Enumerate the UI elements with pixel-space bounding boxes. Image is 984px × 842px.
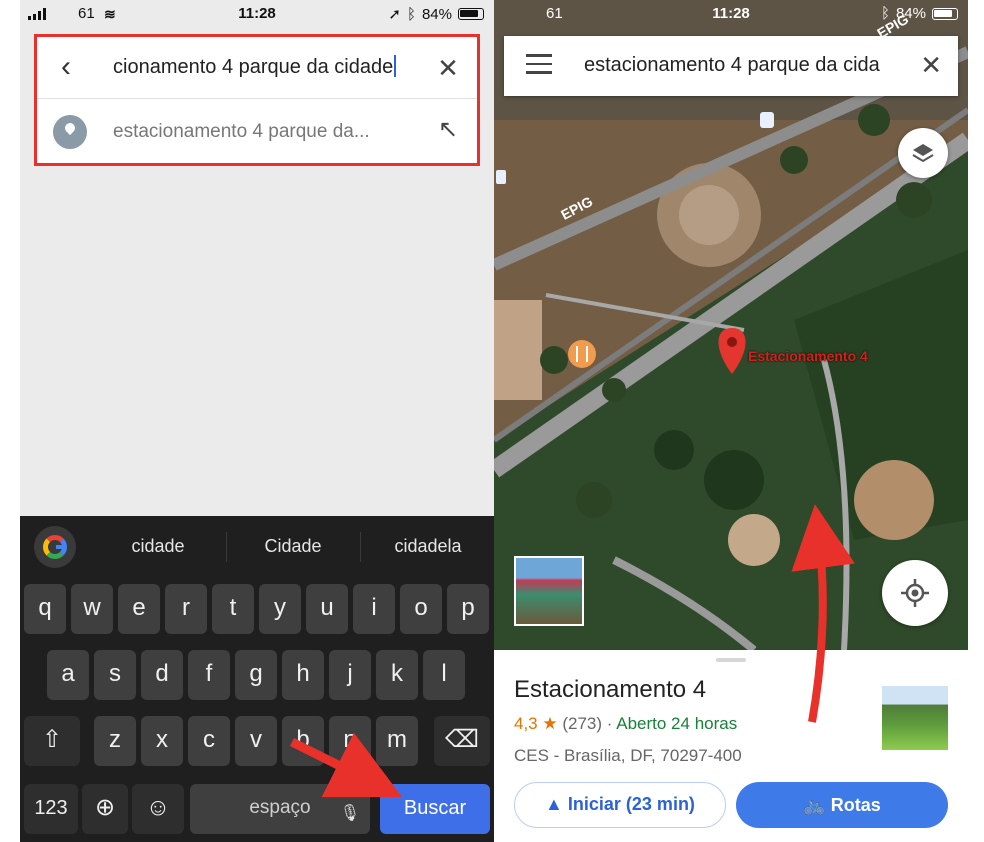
text-cursor — [394, 55, 397, 77]
key-c[interactable]: c — [188, 716, 230, 766]
satellite-map[interactable]: 61 11:28 ᛒ 84% EPIG EPIG Estacionamento … — [494, 0, 968, 650]
key-d[interactable]: d — [141, 650, 183, 700]
search-key[interactable]: Buscar — [380, 784, 490, 834]
key-v[interactable]: v — [235, 716, 277, 766]
microphone-icon[interactable]: 🎙 — [340, 790, 360, 838]
key-r[interactable]: r — [165, 584, 207, 634]
key-n[interactable]: n — [329, 716, 371, 766]
emoji-icon[interactable]: ☺ — [132, 784, 184, 834]
search-row: ‹ cionamento 4 parque da cidade ✕ — [37, 37, 477, 99]
backspace-key[interactable]: ⌫ — [434, 716, 490, 766]
key-u[interactable]: u — [306, 584, 348, 634]
keyboard: cidade Cidade cidadela q w e r t y u i o… — [20, 516, 494, 842]
suggestion-divider — [226, 532, 227, 562]
location-arrow-icon: ➚ — [388, 6, 401, 23]
globe-icon[interactable]: ⊕ — [82, 784, 128, 834]
drag-handle[interactable] — [716, 658, 746, 662]
search-input[interactable]: cionamento 4 parque da cidade — [113, 55, 397, 79]
start-navigation-button[interactable]: ▲ Iniciar (23 min) — [514, 782, 726, 828]
battery-icon — [458, 8, 484, 20]
place-bottom-sheet[interactable]: Estacionamento 4 4,3 ★ (273) · Aberto 24… — [494, 650, 968, 842]
map-screen: 61 11:28 ᛒ 84% EPIG EPIG Estacionamento … — [494, 0, 968, 842]
review-count: (273) — [562, 714, 603, 733]
key-b[interactable]: b — [282, 716, 324, 766]
key-y[interactable]: y — [259, 584, 301, 634]
suggestion-divider — [360, 532, 361, 562]
key-i[interactable]: i — [353, 584, 395, 634]
key-p[interactable]: p — [447, 584, 489, 634]
numbers-key[interactable]: 123 — [24, 784, 78, 834]
rating-value: 4,3 — [514, 714, 538, 733]
search-query-text: cionamento 4 parque da cidade — [113, 56, 394, 78]
map-search-input[interactable]: estacionamento 4 parque da cida — [584, 54, 894, 77]
key-x[interactable]: x — [141, 716, 183, 766]
key-w[interactable]: w — [71, 584, 113, 634]
suggestion-text: estacionamento 4 parque da... — [113, 121, 370, 142]
close-icon[interactable]: ✕ — [431, 51, 465, 85]
search-screen: 61 ≋ 11:28 ➚ ᛒ 84% ‹ cionamento 4 parque… — [20, 0, 494, 842]
navigation-arrow-icon: ▲ — [545, 794, 563, 814]
space-key-label: espaço — [249, 797, 311, 818]
my-location-button[interactable] — [882, 560, 948, 626]
arrow-up-left-icon[interactable]: ↖ — [433, 115, 463, 145]
menu-icon[interactable] — [526, 54, 552, 76]
place-address: CES - Brasília, DF, 70297-400 — [514, 746, 742, 765]
open-status: Aberto 24 horas — [616, 714, 738, 733]
star-icon: ★ — [542, 714, 558, 733]
routes-button-label: Rotas — [830, 795, 881, 815]
place-pin-icon — [53, 115, 87, 149]
battery-icon — [932, 7, 958, 20]
key-q[interactable]: q — [24, 584, 66, 634]
suggestion-item[interactable]: estacionamento 4 parque da... ↖ — [37, 99, 477, 165]
key-h[interactable]: h — [282, 650, 324, 700]
rating-line: 4,3 ★ (273) · Aberto 24 horas — [514, 714, 737, 734]
map-imagery — [494, 0, 968, 650]
place-photo[interactable] — [882, 686, 948, 750]
status-right: ➚ ᛒ 84% — [388, 5, 484, 23]
search-box-highlight: ‹ cionamento 4 parque da cidade ✕ estaci… — [34, 34, 480, 166]
keyboard-suggestion-bar: cidade Cidade cidadela — [20, 516, 494, 578]
bicycle-icon: 🚲 — [803, 795, 826, 815]
battery-percent: 84% — [421, 5, 452, 23]
status-bar: 61 ≋ 11:28 ➚ ᛒ 84% — [20, 0, 494, 28]
key-f[interactable]: f — [188, 650, 230, 700]
key-o[interactable]: o — [400, 584, 442, 634]
routes-button[interactable]: 🚲 Rotas — [736, 782, 948, 828]
space-key[interactable]: espaço 🎙 — [190, 784, 370, 834]
crosshair-icon — [901, 579, 929, 607]
key-a[interactable]: a — [47, 650, 89, 700]
map-marker-label[interactable]: Estacionamento 4 — [748, 348, 868, 364]
key-e[interactable]: e — [118, 584, 160, 634]
layers-icon — [912, 144, 934, 163]
key-z[interactable]: z — [94, 716, 136, 766]
key-k[interactable]: k — [376, 650, 418, 700]
key-t[interactable]: t — [212, 584, 254, 634]
screenshot-composite: 61 ≋ 11:28 ➚ ᛒ 84% ‹ cionamento 4 parque… — [0, 0, 984, 842]
close-icon[interactable]: ✕ — [920, 50, 942, 81]
key-m[interactable]: m — [376, 716, 418, 766]
start-button-label: Iniciar (23 min) — [567, 794, 695, 814]
separator-dot: · — [606, 714, 613, 733]
street-view-thumbnail[interactable] — [514, 556, 584, 626]
word-suggestion-3[interactable]: cidadela — [368, 536, 488, 557]
place-title: Estacionamento 4 — [514, 676, 707, 703]
key-g[interactable]: g — [235, 650, 277, 700]
shift-key[interactable]: ⇧ — [24, 716, 80, 766]
map-search-bar[interactable]: estacionamento 4 parque da cida ✕ — [504, 36, 958, 96]
chevron-left-icon[interactable]: ‹ — [49, 51, 83, 85]
google-g-icon[interactable] — [34, 526, 76, 568]
word-suggestion-1[interactable]: cidade — [98, 536, 218, 557]
key-l[interactable]: l — [423, 650, 465, 700]
layers-button[interactable] — [898, 128, 948, 178]
word-suggestion-2[interactable]: Cidade — [233, 536, 353, 557]
bluetooth-icon: ᛒ — [406, 5, 416, 23]
key-s[interactable]: s — [94, 650, 136, 700]
key-j[interactable]: j — [329, 650, 371, 700]
